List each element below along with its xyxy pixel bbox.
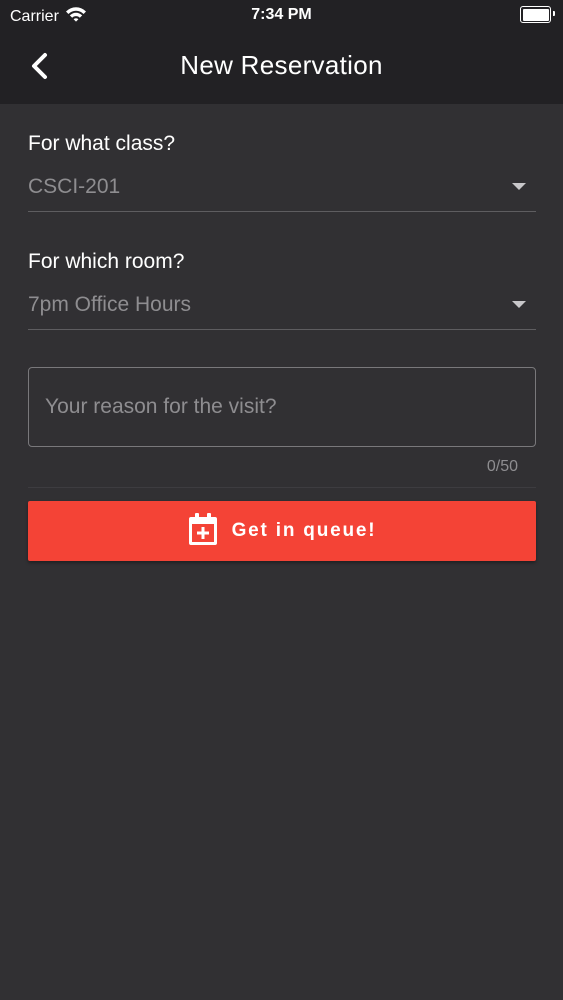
get-in-queue-button[interactable]: Get in queue!	[28, 501, 536, 561]
room-dropdown-value: 7pm Office Hours	[28, 293, 192, 316]
reason-character-counter: 0/50	[486, 458, 518, 475]
caret-down-icon	[512, 301, 526, 308]
class-label: For what class?	[28, 132, 176, 155]
divider	[28, 487, 536, 488]
page-title: New Reservation	[180, 50, 383, 80]
get-in-queue-label: Get in queue!	[231, 520, 377, 541]
battery-nub	[553, 11, 555, 16]
reason-field[interactable]	[28, 367, 536, 447]
battery-icon	[520, 6, 555, 23]
class-dropdown-value: CSCI-201	[28, 175, 121, 198]
reason-input[interactable]	[29, 368, 535, 446]
battery-fill	[522, 8, 549, 21]
status-time: 7:34 PM	[251, 6, 312, 23]
navigation-bar: New Reservation	[0, 34, 563, 104]
class-dropdown[interactable]: CSCI-201	[28, 167, 536, 212]
room-label: For which room?	[28, 250, 185, 273]
calendar-plus-icon	[188, 512, 218, 551]
status-bar: Carrier 7:34 PM	[0, 0, 563, 34]
new-reservation-screen: Carrier 7:34 PM New Reservation For what…	[0, 0, 563, 1000]
caret-down-icon	[512, 183, 526, 190]
room-dropdown[interactable]: 7pm Office Hours	[28, 285, 536, 330]
